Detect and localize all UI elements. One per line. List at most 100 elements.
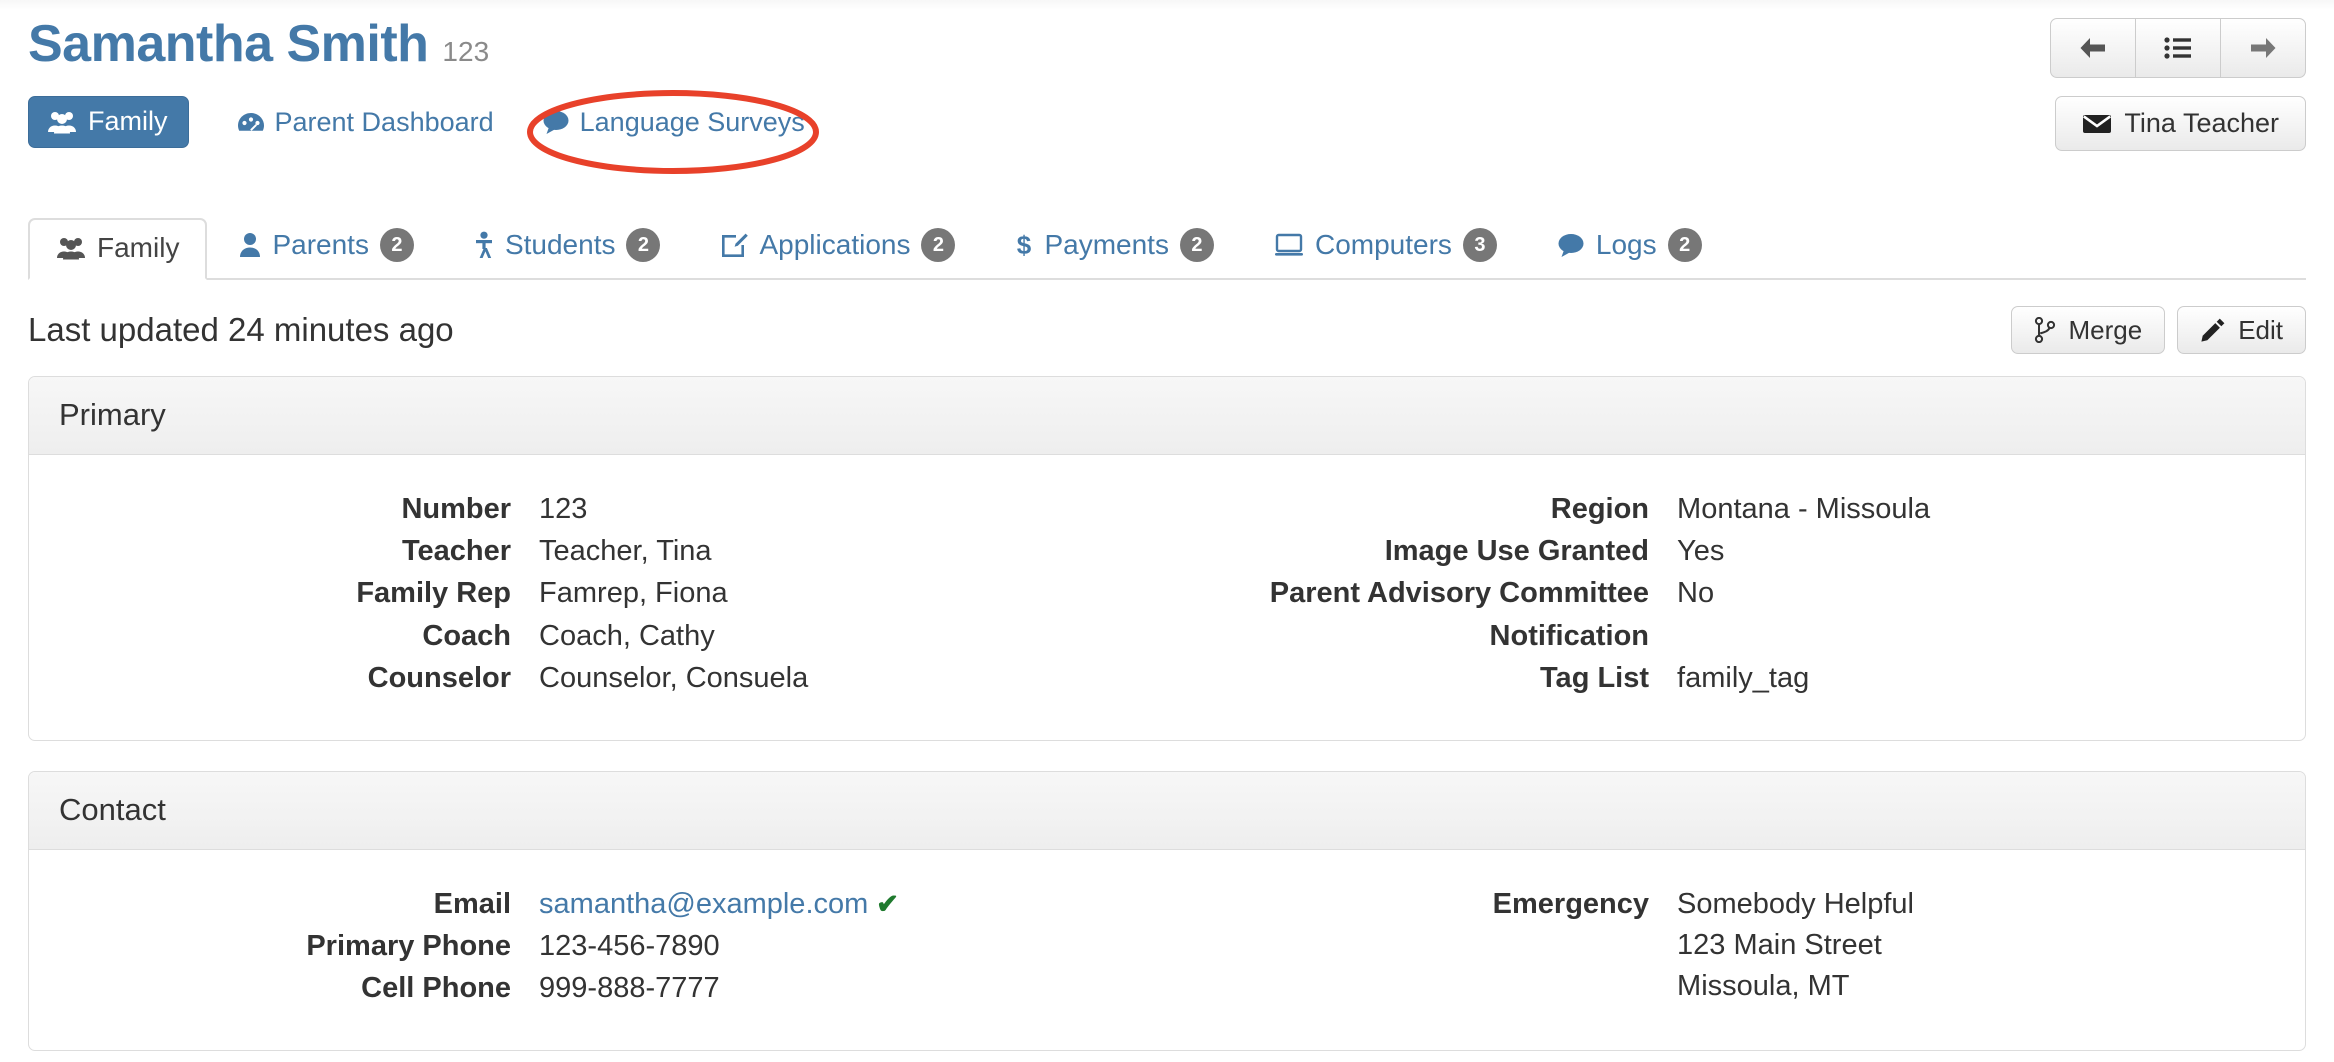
- definition-list: Emergency Somebody Helpful 123 Main Stre…: [1193, 884, 2279, 1009]
- record-id: 123: [442, 36, 490, 67]
- panel-primary: Primary Number 123 Teacher Teacher, Tina…: [28, 376, 2306, 741]
- definition-list: Number 123 Teacher Teacher, Tina Family …: [55, 489, 1141, 700]
- merge-button-label: Merge: [2068, 315, 2143, 345]
- tab-logs-badge: 2: [1667, 228, 1702, 262]
- panel-contact-left-column: Email samantha@example.com ✔ Primary Phon…: [29, 884, 1167, 1011]
- field-label: Region: [1550, 493, 1650, 525]
- page-root: Samantha Smith 123 Family Parent Dashboa…: [0, 0, 2334, 1062]
- dollar-icon: $: [1015, 231, 1033, 259]
- tab-payments-label: Payments: [1044, 229, 1169, 260]
- field-label: Image Use Granted: [1384, 535, 1650, 568]
- tab-students[interactable]: Students 2: [446, 212, 689, 280]
- field-value: 123-456-7890: [539, 930, 720, 963]
- envelope-icon: [2082, 113, 2112, 135]
- child-icon: [474, 231, 494, 259]
- edit-button-label: Edit: [2238, 315, 2283, 345]
- panel-contact-title: Contact: [59, 791, 166, 827]
- field-label: Tag List: [1540, 661, 1650, 694]
- field-label: Family Rep: [356, 577, 512, 610]
- field-value: 123: [539, 493, 588, 525]
- field-label: Coach: [422, 619, 512, 652]
- panel-contact-right-column: Emergency Somebody Helpful 123 Main Stre…: [1167, 884, 2305, 1011]
- quick-link-language-surveys[interactable]: Language Surveys: [542, 106, 805, 137]
- users-icon: [56, 236, 86, 260]
- tab-computers-badge: 3: [1462, 228, 1497, 262]
- tab-students-badge: 2: [626, 228, 661, 262]
- panel-contact-body: Email samantha@example.com ✔ Primary Phon…: [29, 850, 2305, 1051]
- next-record-button[interactable]: [2220, 18, 2306, 78]
- quick-link-family[interactable]: Family: [28, 96, 189, 148]
- tab-family[interactable]: Family: [28, 218, 208, 280]
- verified-check-icon: ✔: [876, 888, 899, 919]
- field-value: No: [1677, 577, 1715, 610]
- edit-document-icon: [720, 232, 749, 258]
- panel-contact: Contact Email samantha@example.com ✔ Prim…: [28, 770, 2306, 1052]
- record-list-button[interactable]: [2135, 18, 2221, 78]
- tab-computers[interactable]: Computers 3: [1246, 212, 1525, 280]
- field-value: family_tag: [1677, 661, 1810, 694]
- page-title: Samantha Smith: [28, 15, 429, 73]
- field-value: Counselor, Consuela: [539, 661, 809, 694]
- tab-applications[interactable]: Applications 2: [692, 212, 983, 280]
- field-label: Emergency: [1492, 887, 1650, 920]
- edit-button[interactable]: Edit: [2177, 306, 2306, 354]
- comment-icon: [1557, 232, 1585, 258]
- tab-parents-badge: 2: [379, 228, 414, 262]
- panel-primary-body: Number 123 Teacher Teacher, Tina Family …: [29, 455, 2305, 740]
- user-messages-button[interactable]: Tina Teacher: [2055, 96, 2306, 151]
- tab-family-label: Family: [97, 232, 180, 263]
- desktop-icon: [1274, 232, 1304, 258]
- header-right-controls: Tina Teacher: [2050, 18, 2306, 151]
- panel-primary-left-column: Number 123 Teacher Teacher, Tina Family …: [29, 489, 1167, 700]
- panel-primary-title: Primary: [59, 397, 166, 432]
- quick-link-parent-dashboard-label: Parent Dashboard: [274, 106, 494, 137]
- tab-parents-label: Parents: [272, 229, 369, 260]
- record-nav-group: [2050, 18, 2306, 78]
- panel-contact-heading: Contact: [29, 771, 2305, 850]
- field-value: 999-888-7777: [539, 972, 720, 1005]
- definition-list: Region Montana - Missoula Image Use Gran…: [1193, 489, 2279, 700]
- field-label: Primary Phone: [306, 930, 512, 963]
- field-label: Email: [433, 887, 512, 920]
- tab-students-label: Students: [504, 229, 616, 260]
- field-label: Teacher: [401, 535, 512, 568]
- tab-payments[interactable]: $ Payments 2: [987, 212, 1242, 280]
- tab-computers-label: Computers: [1314, 229, 1452, 260]
- svg-text:$: $: [1017, 231, 1032, 259]
- pencil-icon: [2200, 317, 2226, 343]
- email-link[interactable]: samantha@example.com: [539, 888, 868, 920]
- field-value: Yes: [1677, 535, 1725, 568]
- merge-button[interactable]: Merge: [2011, 306, 2166, 354]
- user-messages-label: Tina Teacher: [2124, 108, 2279, 138]
- field-label: Cell Phone: [361, 972, 512, 1005]
- users-icon: [47, 110, 77, 134]
- record-actions: Merge Edit: [2011, 306, 2306, 354]
- dashboard-icon: [237, 110, 265, 134]
- previous-record-button[interactable]: [2050, 18, 2136, 78]
- quick-links: Family Parent Dashboard Language Surveys: [28, 96, 2306, 148]
- quick-link-language-surveys-label: Language Surveys: [579, 106, 805, 137]
- code-branch-icon: [2034, 317, 2056, 343]
- field-value: Famrep, Fiona: [539, 577, 728, 610]
- definition-list: Email samantha@example.com ✔ Primary Phon…: [55, 884, 1141, 1011]
- field-value: Somebody Helpful 123 Main Street Missoul…: [1677, 887, 1915, 1003]
- meta-row: Last updated 24 minutes ago Merge Edit: [28, 280, 2306, 376]
- quick-link-family-label: Family: [88, 106, 168, 136]
- tab-applications-badge: 2: [921, 228, 956, 262]
- arrow-left-icon: [2078, 35, 2108, 61]
- field-value: Coach, Cathy: [539, 619, 715, 652]
- field-value-email: samantha@example.com ✔: [539, 884, 1141, 926]
- tab-logs[interactable]: Logs 2: [1529, 212, 1730, 280]
- panel-primary-heading: Primary: [29, 377, 2305, 455]
- tab-applications-label: Applications: [759, 229, 911, 260]
- last-updated-text: Last updated 24 minutes ago: [28, 311, 454, 348]
- page-header: Samantha Smith 123 Family Parent Dashboa…: [28, 0, 2306, 178]
- tab-parents[interactable]: Parents 2: [211, 212, 442, 280]
- field-value: [1677, 616, 2279, 657]
- field-label: Counselor: [367, 661, 512, 694]
- tab-payments-badge: 2: [1179, 228, 1214, 262]
- list-icon: [2163, 35, 2193, 61]
- field-value: Montana - Missoula: [1677, 493, 1931, 525]
- quick-link-parent-dashboard[interactable]: Parent Dashboard: [237, 106, 494, 137]
- field-label: Notification: [1489, 619, 1650, 652]
